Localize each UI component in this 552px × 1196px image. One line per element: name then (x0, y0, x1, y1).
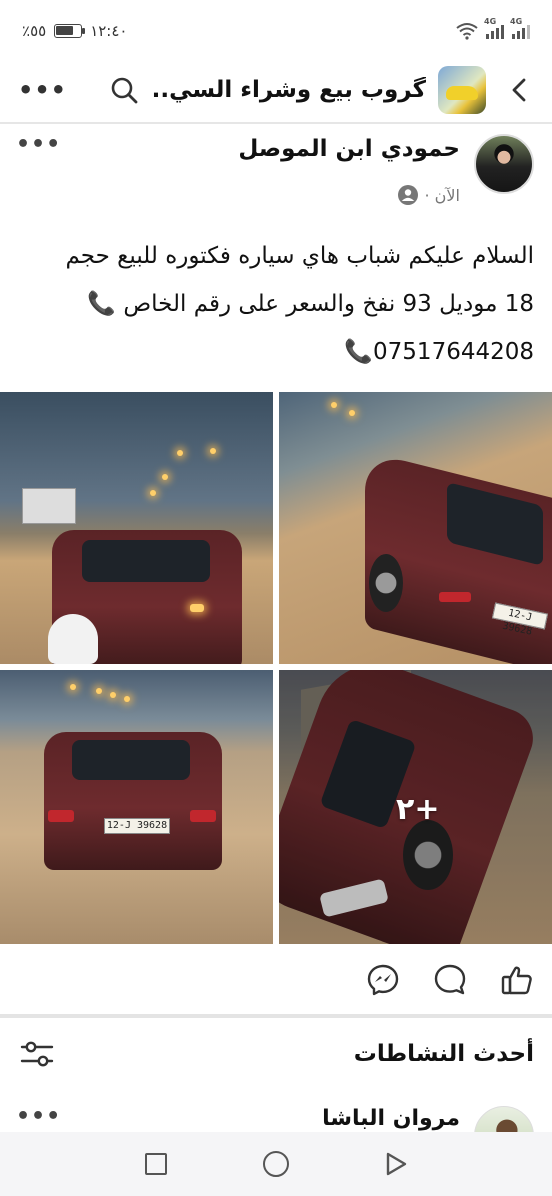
wifi-icon (456, 23, 478, 40)
battery-icon (54, 24, 86, 38)
network-type-2: 4G (510, 17, 523, 26)
audience-members-icon (397, 185, 418, 205)
post-time: الآن · (424, 185, 461, 205)
group-avatar[interactable] (438, 66, 486, 114)
back-triangle-icon[interactable] (385, 1152, 407, 1176)
more-options-icon[interactable]: ••• (18, 76, 67, 104)
post-text-line: السلام عليكم شباب هاي سياره فكتوره للبيع… (65, 243, 534, 269)
car-photo-3[interactable]: 12-J 39628 (0, 670, 273, 944)
comment-options-icon[interactable]: ••• (16, 1104, 61, 1129)
system-navigation-bar (0, 1132, 552, 1196)
battery-percent: ٪٥٥ (22, 22, 47, 40)
post-text-line: 18 موديل 93 نفخ والسعر على رقم الخاص 📞 (87, 291, 534, 317)
back-arrow-icon[interactable] (506, 76, 534, 104)
post-header: ••• حمودي ابن الموصل الآن · (0, 128, 552, 218)
comment-icon[interactable] (433, 963, 467, 997)
author-name[interactable]: حمودي ابن الموصل (238, 136, 460, 162)
activity-title[interactable]: أحدث النشاطات (354, 1041, 534, 1067)
car-photo-1[interactable] (0, 392, 273, 664)
group-title[interactable]: گروب بيع وشراء السي.. (139, 77, 426, 103)
photo-grid: 12-J 39628 12-J 39628 +٢ (0, 392, 552, 944)
search-icon[interactable] (109, 75, 139, 105)
signal-strength-icon-2: 4G (510, 17, 530, 39)
filter-sliders-icon[interactable] (20, 1039, 54, 1069)
post-options-icon[interactable]: ••• (16, 132, 61, 157)
signal-strength-icon-1: 4G (484, 17, 504, 39)
commenter-name[interactable]: مروان الباشا (322, 1106, 460, 1131)
status-bar: ٪٥٥ ١٢:٤٠ 4G 4G (0, 0, 552, 62)
clock: ١٢:٤٠ (90, 22, 128, 40)
post-meta: الآن · (397, 184, 461, 206)
screen: ٪٥٥ ١٢:٤٠ 4G 4G ••• گروب بيع وشراء السي.… (0, 0, 552, 1196)
section-divider (0, 1014, 552, 1018)
header-divider (0, 122, 552, 124)
post-actions (0, 956, 552, 1004)
car-photo-2[interactable]: 12-J 39628 (279, 392, 552, 664)
messenger-share-icon[interactable] (366, 963, 400, 997)
more-photos-count[interactable]: +٢ (396, 792, 439, 827)
recent-apps-icon[interactable] (145, 1153, 167, 1175)
home-icon[interactable] (263, 1151, 289, 1177)
like-icon[interactable] (500, 963, 534, 997)
top-navigation: ••• گروب بيع وشراء السي.. (0, 62, 552, 118)
author-avatar[interactable] (474, 134, 534, 194)
post-text-line[interactable]: 07517644208📞 (18, 328, 534, 376)
post-body: السلام عليكم شباب هاي سياره فكتوره للبيع… (18, 232, 534, 376)
license-plate: 12-J 39628 (104, 818, 170, 834)
network-type-1: 4G (484, 17, 497, 26)
activity-header: أحدث النشاطات (0, 1030, 552, 1078)
status-right: 4G 4G (456, 17, 530, 40)
status-left: ٪٥٥ ١٢:٤٠ (22, 22, 127, 40)
